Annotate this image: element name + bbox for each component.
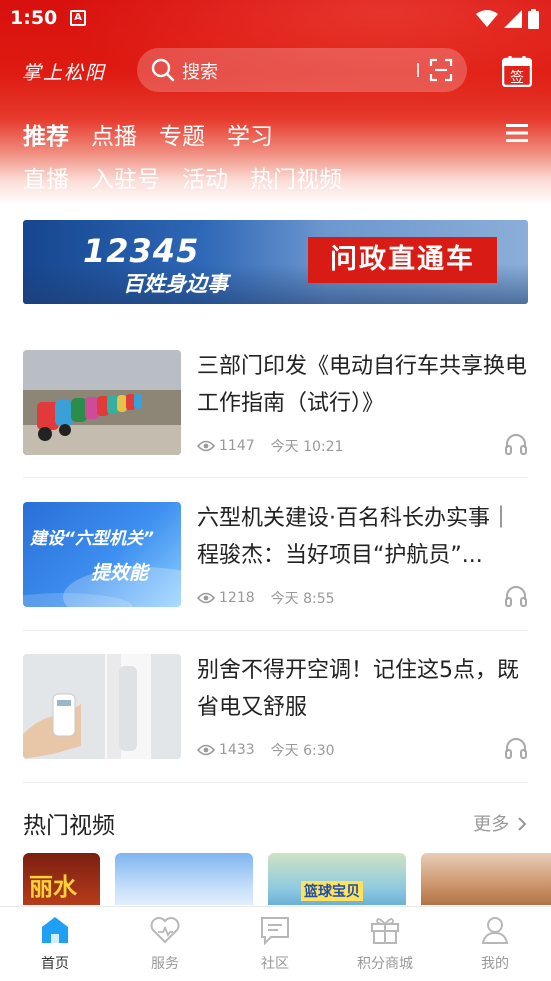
news-meta: 1147 今天 10:21 — [197, 436, 343, 456]
news-thumbnail — [23, 654, 181, 759]
nav-points-mall[interactable]: 积分商城 — [340, 915, 430, 973]
bottom-navigation: 首页 服务 社区 积分商城 我的 — [0, 906, 551, 981]
tab-topics[interactable]: 专题 — [159, 117, 205, 151]
news-item[interactable]: 建设“六型机关” 提效能 六型机关建设·百名科长办实事｜程骏杰：当好项目“护航员… — [23, 502, 528, 622]
tab-events[interactable]: 活动 — [182, 160, 228, 194]
wifi-icon — [476, 10, 498, 27]
banner-hotline-number: 12345 — [83, 232, 200, 270]
news-item[interactable]: 别舍不得开空调！记住这5点，既省电又舒服 1433 今天 6:30 — [23, 654, 528, 774]
thumb-background — [23, 567, 181, 607]
search-icon — [151, 58, 175, 82]
nav-community[interactable]: 社区 — [230, 915, 320, 973]
hot-video-strip: 丽水 篮球宝贝 — [23, 853, 551, 905]
nav-label: 我的 — [481, 956, 509, 972]
more-link[interactable]: 更多 — [473, 810, 527, 836]
status-time: 1:50 — [10, 7, 58, 29]
news-title: 三部门印发《电动自行车共享换电工作指南（试行）》 — [197, 354, 528, 416]
app-logo: 掌上松阳 — [22, 62, 107, 84]
news-title: 别舍不得开空调！记住这5点，既省电又舒服 — [197, 658, 519, 720]
app-screen: 1:50 A 掌上松阳 搜索 签 推荐 点播 专题 学习 直播 入驻号 活动 热… — [0, 0, 551, 981]
video-thumbnail[interactable]: 丽水 — [23, 853, 100, 905]
tab-study[interactable]: 学习 — [227, 117, 273, 151]
news-title: 六型机关建设·百名科长办实事｜程骏杰：当好项目“护航员”... — [197, 506, 512, 568]
promo-banner[interactable]: 12345 百姓身边事 问政直通车 — [23, 220, 528, 304]
search-placeholder: 搜索 — [182, 62, 218, 83]
search-separator — [417, 63, 419, 77]
battery-icon — [528, 9, 539, 29]
headphones-icon[interactable] — [504, 432, 528, 456]
news-item[interactable]: 三部门印发《电动自行车共享换电工作指南（试行）》 1147 今天 10:21 — [23, 350, 528, 470]
nav-label: 积分商城 — [357, 956, 413, 972]
thumb-caption-line1: 建设“六型机关” — [30, 529, 154, 549]
search-bar[interactable]: 搜索 — [137, 48, 467, 92]
channel-tabs-row-2: 直播 入驻号 活动 热门视频 — [23, 160, 364, 194]
nav-label: 服务 — [151, 956, 179, 972]
heart-icon — [150, 917, 180, 944]
publish-time: 今天 8:55 — [270, 591, 335, 607]
eye-icon — [197, 744, 215, 756]
video-thumbnail[interactable]: 篮球宝贝 — [268, 853, 406, 905]
tab-hot-videos[interactable]: 热门视频 — [250, 160, 342, 194]
tab-recommend[interactable]: 推荐 — [23, 117, 69, 151]
banner-badge: 问政直通车 — [308, 237, 497, 283]
nav-label: 社区 — [261, 956, 289, 972]
headphones-icon[interactable] — [504, 736, 528, 760]
scooters-image — [23, 350, 181, 455]
more-label: 更多 — [473, 814, 510, 835]
section-title-hot-videos: 热门视频 — [23, 813, 115, 839]
tab-live[interactable]: 直播 — [23, 160, 69, 194]
publish-time: 今天 6:30 — [270, 743, 335, 759]
eye-icon — [197, 592, 215, 604]
nav-service[interactable]: 服务 — [120, 915, 210, 973]
eye-icon — [197, 440, 215, 452]
air-conditioner-image — [23, 654, 181, 759]
tab-accounts[interactable]: 入驻号 — [91, 160, 160, 194]
headphones-icon[interactable] — [504, 584, 528, 608]
notification-app-icon: A — [70, 10, 86, 26]
news-thumbnail: 建设“六型机关” 提效能 — [23, 502, 181, 607]
nav-home[interactable]: 首页 — [10, 915, 100, 973]
user-icon — [481, 917, 509, 944]
channel-tabs-row-1: 推荐 点播 专题 学习 — [23, 117, 295, 151]
divider — [23, 477, 528, 478]
nav-mine[interactable]: 我的 — [450, 915, 540, 973]
divider — [23, 782, 528, 783]
scan-icon[interactable] — [429, 58, 453, 82]
news-meta: 1218 今天 8:55 — [197, 588, 335, 608]
status-icons — [476, 9, 539, 29]
news-thumbnail — [23, 350, 181, 455]
video-thumb-text: 篮球宝贝 — [301, 881, 363, 901]
sign-in-calendar-icon[interactable]: 签 — [502, 55, 532, 87]
svg-text:签: 签 — [510, 69, 524, 86]
view-count: 1218 — [219, 590, 255, 606]
signal-icon — [504, 10, 522, 28]
nav-label: 首页 — [41, 956, 69, 972]
tab-vod[interactable]: 点播 — [91, 117, 137, 151]
publish-time: 今天 10:21 — [270, 439, 344, 455]
home-icon — [42, 917, 68, 943]
gift-icon — [371, 918, 399, 944]
video-thumbnail[interactable] — [421, 853, 551, 905]
banner-subtitle: 百姓身边事 — [123, 272, 228, 296]
video-thumb-text: 丽水 — [29, 873, 77, 901]
thumb-caption-line2: 提效能 — [91, 562, 149, 584]
video-thumbnail[interactable] — [115, 853, 253, 905]
news-meta: 1433 今天 6:30 — [197, 740, 335, 760]
view-count: 1147 — [219, 438, 255, 454]
status-bar: 1:50 A — [0, 0, 551, 38]
chat-icon — [261, 917, 289, 946]
chevron-right-icon — [518, 817, 527, 831]
view-count: 1433 — [219, 742, 255, 758]
menu-icon[interactable] — [506, 123, 528, 143]
divider — [23, 630, 528, 631]
